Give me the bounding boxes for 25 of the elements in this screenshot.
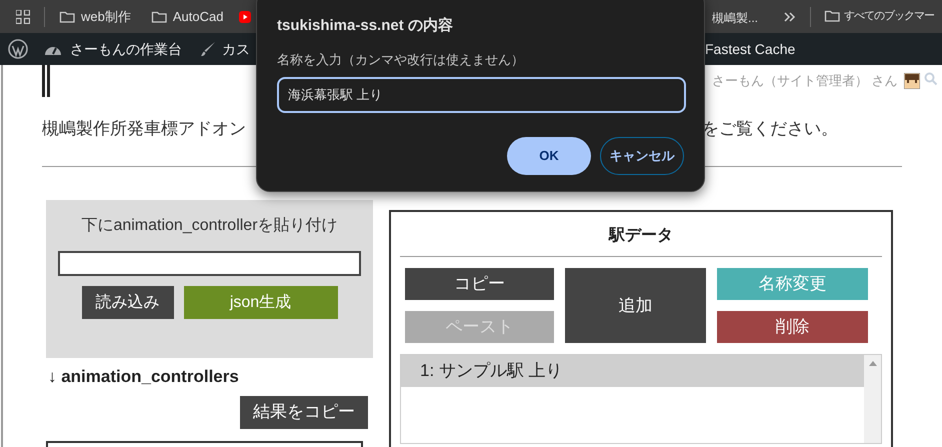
dialog-message: 名称を入力（カンマや改行は使えません） [277,50,525,68]
bookmark-folder[interactable]: web制作 [59,6,131,26]
station-list[interactable]: 1: サンプル駅 上り [400,354,882,444]
admin-bar-link[interactable]: Fastest Cache [705,38,796,60]
panel-title: 駅データ [400,212,882,257]
station-item[interactable]: 1: サンプル駅 上り [401,355,864,387]
bookmark-folder[interactable]: AutoCad [150,6,224,26]
dialog-button[interactable]: OK [507,137,591,175]
paste-label: 下にanimation_controllerを貼り付け [81,216,338,236]
bookmark-folder[interactable]: すべてのブックマー [824,8,934,24]
action-button[interactable]: json生成 [184,286,338,319]
station-button[interactable]: コピー [405,268,554,300]
customize-link[interactable]: カス [222,38,250,60]
output-heading: ↓ animation_controllers [48,366,240,388]
action-button[interactable]: 読み込み [82,286,174,319]
intro-text: 槻嶋製作所発車標アドオン [42,118,246,140]
intro-text: をご覧ください。 [702,118,838,140]
bookmark-link[interactable]: 槻嶋製... [712,9,758,27]
dialog-button[interactable]: キャンセル [600,137,684,175]
copy-result-button[interactable]: 結果をコピー [240,396,368,428]
station-button[interactable]: 追加 [565,268,706,343]
site-link[interactable]: さーもんの作業台 [70,38,182,60]
dialog-title: tsukishima-ss.net の内容 [277,16,454,36]
station-button[interactable]: 削除 [717,311,868,343]
name-field[interactable]: 海浜幕張駅 上り [277,77,686,113]
